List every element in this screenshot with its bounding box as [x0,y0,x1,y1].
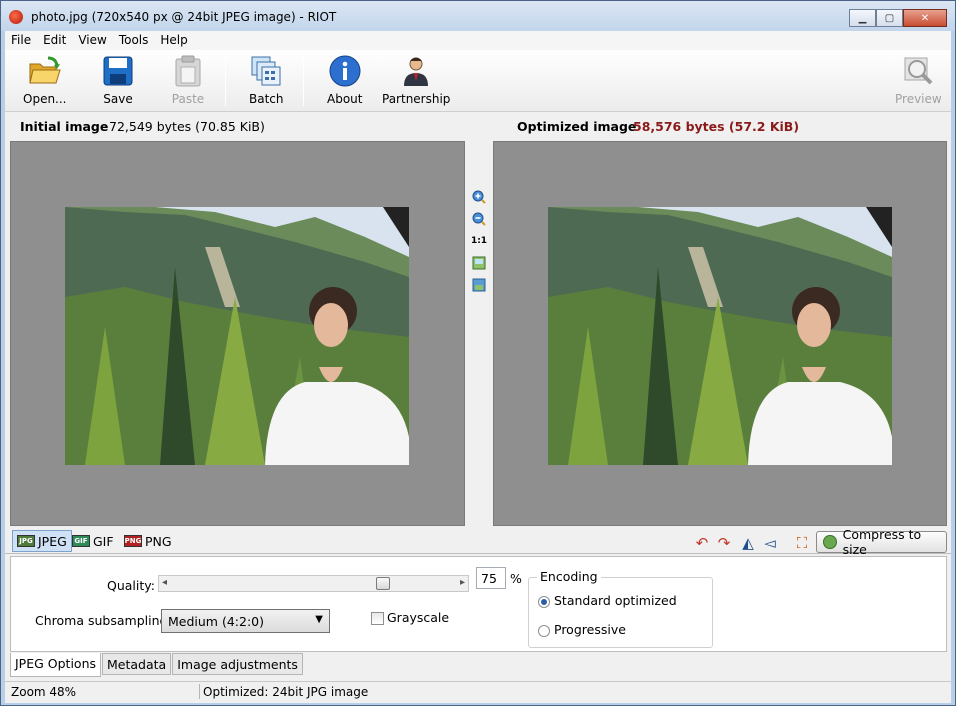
resize-icon[interactable]: ⛶ [793,534,811,552]
tab-jpeg-options[interactable]: JPEG Options [10,653,102,677]
options-tabs: JPEG Options Metadata Image adjustments [10,653,304,677]
initial-image-label: Initial image [20,119,109,134]
fit-image-icon[interactable] [471,255,487,271]
tab-metadata[interactable]: Metadata [102,653,172,675]
tab-gif-label: GIF [93,533,114,549]
preview-button[interactable]: Preview [895,54,942,108]
quality-slider-thumb[interactable] [376,577,391,590]
quality-input[interactable]: 75 [476,567,506,589]
menu-help[interactable]: Help [154,31,193,50]
flip-vertical-icon[interactable]: ◅ [761,534,779,552]
about-label: About [327,92,363,106]
tab-jpeg-label: JPEG [38,533,67,549]
quality-unit: % [510,571,522,586]
optimized-image-pane[interactable] [493,141,947,526]
compare-icon[interactable] [471,277,487,293]
paste-button[interactable]: Paste [171,54,205,108]
png-badge-icon: PNG [124,535,142,547]
compress-icon [823,535,837,549]
zoom-status: Zoom 48% [11,685,77,699]
zoom-out-icon[interactable] [471,211,487,227]
tab-png-label: PNG [145,533,172,549]
standard-optimized-radio[interactable] [538,596,550,608]
initial-image-size: 72,549 bytes (70.85 KiB) [109,119,265,134]
grayscale-label: Grayscale [387,610,450,625]
rotate-cw-icon[interactable]: ↷ [715,534,733,552]
batch-label: Batch [249,92,284,106]
flip-horizontal-icon[interactable]: ◭ [739,534,757,552]
quality-slider[interactable]: ◂ ▸ [158,575,469,592]
progressive-label: Progressive [554,622,626,637]
preview-label: Preview [895,92,942,106]
info-icon [328,54,362,88]
menu-file[interactable]: File [5,31,37,50]
tab-jpeg[interactable]: JPG JPEG [12,530,72,552]
chroma-subsampling-select[interactable]: Medium (4:2:0) ▼ [161,609,330,633]
save-button[interactable]: Save [101,54,135,108]
menu-view[interactable]: View [72,31,112,50]
minimize-button[interactable]: ▁ [849,9,876,27]
encoding-group: Encoding Standard optimized Progressive [528,569,713,648]
initial-photo [65,207,409,465]
maximize-button[interactable]: ▢ [876,9,903,27]
menu-tools[interactable]: Tools [113,31,155,50]
partnership-button[interactable]: Partnership [382,54,450,108]
open-label: Open... [23,92,67,106]
title-bar[interactable]: photo.jpg (720x540 px @ 24bit JPEG image… [1,1,955,31]
client-area: File Edit View Tools Help Open... Save P… [5,31,951,703]
clipboard-icon [171,54,205,88]
info-bar: Initial image 72,549 bytes (70.85 KiB) O… [5,113,951,139]
close-button[interactable]: ✕ [903,9,947,27]
rotate-ccw-icon[interactable]: ↶ [693,534,711,552]
slider-right-arrow-icon[interactable]: ▸ [460,577,465,588]
standard-optimized-label: Standard optimized [554,593,677,608]
businessman-icon [399,54,433,88]
gif-badge-icon: GIF [72,535,90,547]
quality-label: Quality: [107,578,155,593]
chroma-subsampling-value: Medium (4:2:0) [168,614,264,629]
menu-bar: File Edit View Tools Help [5,31,951,50]
view-tools-strip: 1:1 [465,141,493,526]
status-bar: Zoom 48% Optimized: 24bit JPG image [5,681,951,701]
zoom-in-icon[interactable] [471,189,487,205]
compress-to-size-button[interactable]: Compress to size [816,527,947,557]
optimized-photo [548,207,892,465]
paste-label: Paste [171,92,205,106]
floppy-disk-icon [101,54,135,88]
save-label: Save [103,92,133,106]
jpeg-options-panel: Quality: ◂ ▸ 75 % Chroma subsampling: Me… [10,556,947,652]
toolbar-separator [303,56,304,106]
status-separator [199,684,200,699]
window-title: photo.jpg (720x540 px @ 24bit JPEG image… [31,10,337,24]
toolbar-separator [225,56,226,106]
tab-png[interactable]: PNG PNG [120,530,176,552]
chroma-subsampling-label: Chroma subsampling: [35,613,172,628]
tab-image-adjustments[interactable]: Image adjustments [172,653,303,675]
initial-image-pane[interactable] [10,141,465,526]
actual-size-button[interactable]: 1:1 [471,233,487,249]
partnership-label: Partnership [382,92,451,106]
progressive-radio[interactable] [538,625,550,637]
status-message: Optimized: 24bit JPG image [203,685,369,699]
jpg-badge-icon: JPG [17,535,35,547]
open-folder-icon [28,54,62,88]
encoding-legend: Encoding [537,569,601,584]
open-button[interactable]: Open... [23,54,67,108]
riot-app-icon[interactable] [9,10,23,24]
optimized-image-size: 58,576 bytes (57.2 KiB) [633,119,800,134]
about-button[interactable]: About [327,54,362,108]
toolbar: Open... Save Paste Batch About Partnersh… [5,50,951,112]
magnifier-icon [901,54,935,88]
tab-gif[interactable]: GIF GIF [68,530,118,552]
compress-label: Compress to size [842,527,922,557]
chevron-down-icon: ▼ [315,614,323,625]
slider-left-arrow-icon[interactable]: ◂ [162,577,167,588]
batch-icon [249,54,283,88]
batch-button[interactable]: Batch [249,54,284,108]
optimized-image-label: Optimized image [517,119,637,134]
grayscale-checkbox[interactable] [371,612,384,625]
menu-edit[interactable]: Edit [37,31,72,50]
app-window: photo.jpg (720x540 px @ 24bit JPEG image… [0,0,956,706]
